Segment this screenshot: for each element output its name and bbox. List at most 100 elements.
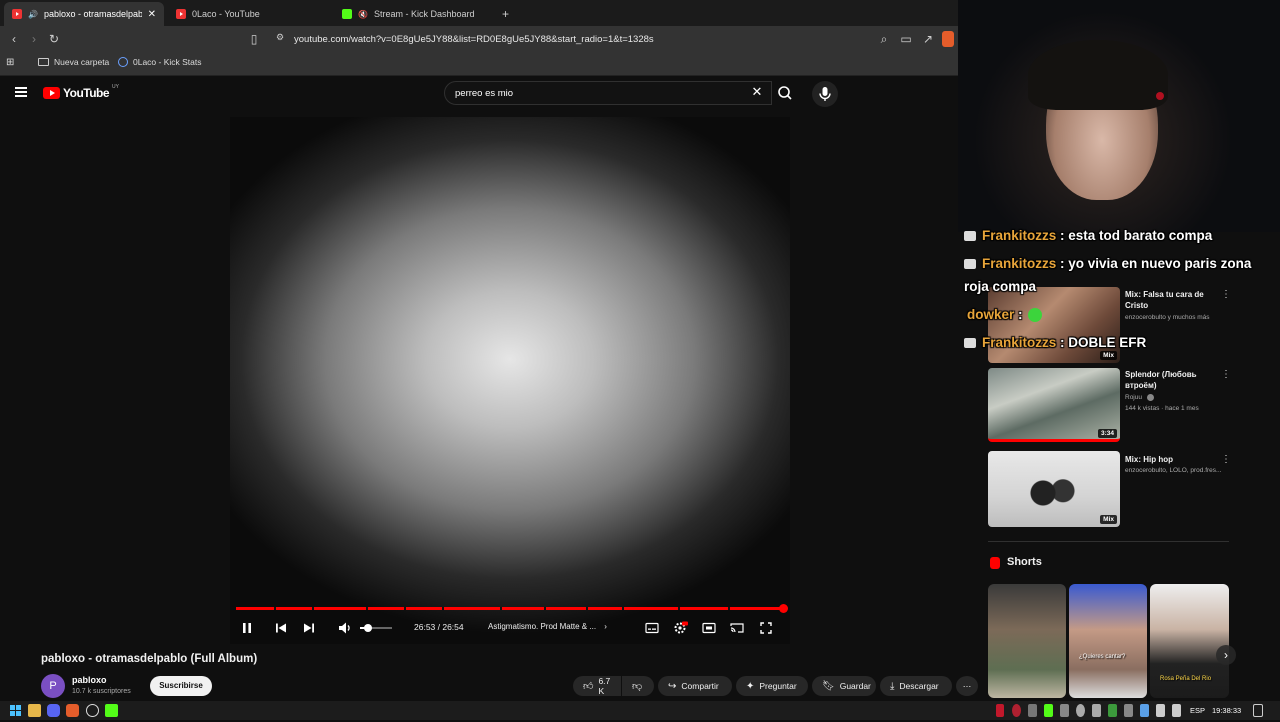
- share-button[interactable]: ↪ Compartir: [658, 676, 732, 696]
- subscribe-button[interactable]: Suscribirse: [150, 676, 212, 696]
- download-button[interactable]: ⤓ Descargar: [880, 676, 952, 696]
- chapter-marker: [586, 607, 588, 610]
- tray-kick-icon[interactable]: [1044, 704, 1053, 717]
- tab-label: 0Laco - YouTube: [192, 9, 260, 19]
- fullscreen-button[interactable]: [757, 619, 775, 637]
- kick-icon[interactable]: [105, 704, 118, 717]
- recommendation-title[interactable]: Mix: Hip hop: [1125, 454, 1213, 465]
- more-actions-button[interactable]: ⋯: [956, 676, 978, 696]
- mute-button[interactable]: [336, 619, 354, 637]
- tab-kick-dashboard[interactable]: 🔇 Stream - Kick Dashboard: [334, 2, 494, 26]
- site-info-icon[interactable]: ⚙: [276, 32, 284, 43]
- channel-avatar[interactable]: P: [41, 674, 65, 698]
- input-language[interactable]: ESP: [1190, 706, 1205, 715]
- tray-app-icon[interactable]: [1140, 704, 1149, 717]
- previous-button[interactable]: [272, 619, 290, 637]
- chat-emote-icon: [1028, 308, 1043, 323]
- reload-icon[interactable]: ↻: [46, 31, 62, 47]
- chat-message: Frankitozzs : DOBLE EFR: [964, 331, 1146, 354]
- volume-icon: [339, 622, 350, 634]
- discord-icon[interactable]: [47, 704, 60, 717]
- chapter-button[interactable]: Astigmatismo. Prod Matte & ... ›: [488, 622, 607, 631]
- chat-text: : esta tod barato compa: [1056, 228, 1213, 243]
- forward-icon[interactable]: ›: [26, 31, 42, 47]
- file-explorer-icon[interactable]: [28, 704, 41, 717]
- more-vertical-icon[interactable]: ⋮: [1221, 454, 1231, 465]
- tab-youtube-pabloxo[interactable]: 🔊 pabloxo - otramasdelpablo (F ✕: [4, 2, 164, 26]
- speaker-tray-icon[interactable]: [1172, 704, 1181, 717]
- ask-label: Preguntar: [759, 681, 797, 691]
- short-thumbnail[interactable]: ¿Quieres cantar?: [1069, 584, 1147, 698]
- youtube-logo[interactable]: YouTube UY: [43, 84, 119, 100]
- video-player[interactable]: [230, 117, 790, 644]
- zoom-icon[interactable]: ⌕: [876, 31, 892, 47]
- brave-browser-icon[interactable]: [66, 704, 79, 717]
- clear-search-icon[interactable]: ✕: [750, 85, 764, 99]
- address-bar[interactable]: ⚙ youtube.com/watch?v=0E8gUe5JY88&list=R…: [272, 29, 872, 49]
- voice-search-button[interactable]: [812, 81, 838, 107]
- wifi-icon[interactable]: [1156, 704, 1165, 717]
- install-app-icon[interactable]: ▭: [898, 31, 914, 47]
- duration-badge: 3:34: [1097, 429, 1117, 438]
- tab-close-icon[interactable]: ✕: [148, 9, 156, 20]
- download-label: Descargar: [899, 681, 939, 691]
- recommendation-thumbnail[interactable]: Mix: [988, 451, 1120, 527]
- bookmark-label: 0Laco - Kick Stats: [133, 57, 202, 67]
- tray-usb-icon[interactable]: [1092, 704, 1101, 717]
- chat-text: :: [1014, 307, 1027, 322]
- volume-slider[interactable]: [360, 624, 392, 632]
- channel-name[interactable]: pabloxo: [72, 675, 107, 685]
- start-icon[interactable]: [9, 704, 22, 717]
- tray-app-icon[interactable]: [1060, 704, 1069, 717]
- bookmark-folder[interactable]: Nueva carpeta: [38, 57, 109, 67]
- tray-app-icon[interactable]: [1124, 704, 1133, 717]
- short-thumbnail[interactable]: Rosa Peña Del Rio: [1150, 584, 1229, 698]
- hamburger-menu-icon[interactable]: [15, 87, 27, 97]
- settings-button[interactable]: [671, 619, 689, 637]
- subtitles-button[interactable]: [643, 619, 661, 637]
- subscriber-count: 10.7 k suscriptores: [72, 688, 131, 695]
- speaker-icon: 🔊: [28, 9, 38, 19]
- apps-grid-icon[interactable]: ⊞: [6, 57, 14, 68]
- tab-label: Stream - Kick Dashboard: [373, 9, 475, 19]
- subtitles-icon: [645, 622, 659, 634]
- brave-shield-icon[interactable]: [942, 31, 954, 47]
- search-input[interactable]: perreo es mio: [444, 81, 772, 105]
- obs-icon[interactable]: [86, 704, 99, 717]
- volume-knob[interactable]: [364, 624, 372, 632]
- next-button[interactable]: [300, 619, 318, 637]
- search-button[interactable]: [772, 81, 798, 105]
- progress-bar[interactable]: [236, 604, 789, 613]
- shorts-icon: [990, 557, 1000, 569]
- dislike-button[interactable]: 👎︎: [622, 676, 654, 696]
- tray-mic-icon[interactable]: [1076, 704, 1085, 717]
- bookmark-page-icon[interactable]: ▯: [246, 31, 262, 47]
- tray-app-icon[interactable]: [1028, 704, 1037, 717]
- clock[interactable]: 19:38:33: [1212, 706, 1241, 715]
- new-tab-button[interactable]: +: [494, 2, 517, 26]
- tray-app-icon[interactable]: [996, 704, 1004, 717]
- bookmark-kick-stats[interactable]: 0Laco - Kick Stats: [118, 57, 202, 67]
- ask-button[interactable]: ✦ Preguntar: [736, 676, 808, 696]
- tray-record-icon[interactable]: [1012, 704, 1021, 717]
- recommendation-thumbnail[interactable]: 3:34: [988, 368, 1120, 442]
- notifications-icon[interactable]: [1253, 704, 1263, 717]
- webcam-overlay: [958, 0, 1280, 232]
- back-icon[interactable]: ‹: [6, 31, 22, 47]
- save-button[interactable]: 🔖︎ Guardar: [812, 676, 876, 696]
- tab-0laco-youtube[interactable]: 0Laco - YouTube: [168, 2, 328, 26]
- tray-nvidia-icon[interactable]: [1108, 704, 1117, 717]
- mix-badge: Mix: [1100, 515, 1117, 524]
- time-display: 26:53 / 26:54: [414, 622, 464, 632]
- like-button[interactable]: 👍︎ 6.7 K: [573, 676, 621, 696]
- miniplayer-button[interactable]: [700, 619, 718, 637]
- short-thumbnail[interactable]: [988, 584, 1066, 698]
- more-vertical-icon[interactable]: ⋮: [1221, 369, 1231, 380]
- share-label: Compartir: [681, 681, 719, 691]
- chat-badge-icon: [964, 259, 976, 270]
- recommendation-title[interactable]: Splendor (Любовь втроём): [1125, 369, 1213, 391]
- shorts-next-button[interactable]: ›: [1216, 645, 1236, 665]
- cast-button[interactable]: [728, 619, 746, 637]
- pause-button[interactable]: [238, 619, 256, 637]
- share-icon[interactable]: ↗: [920, 31, 936, 47]
